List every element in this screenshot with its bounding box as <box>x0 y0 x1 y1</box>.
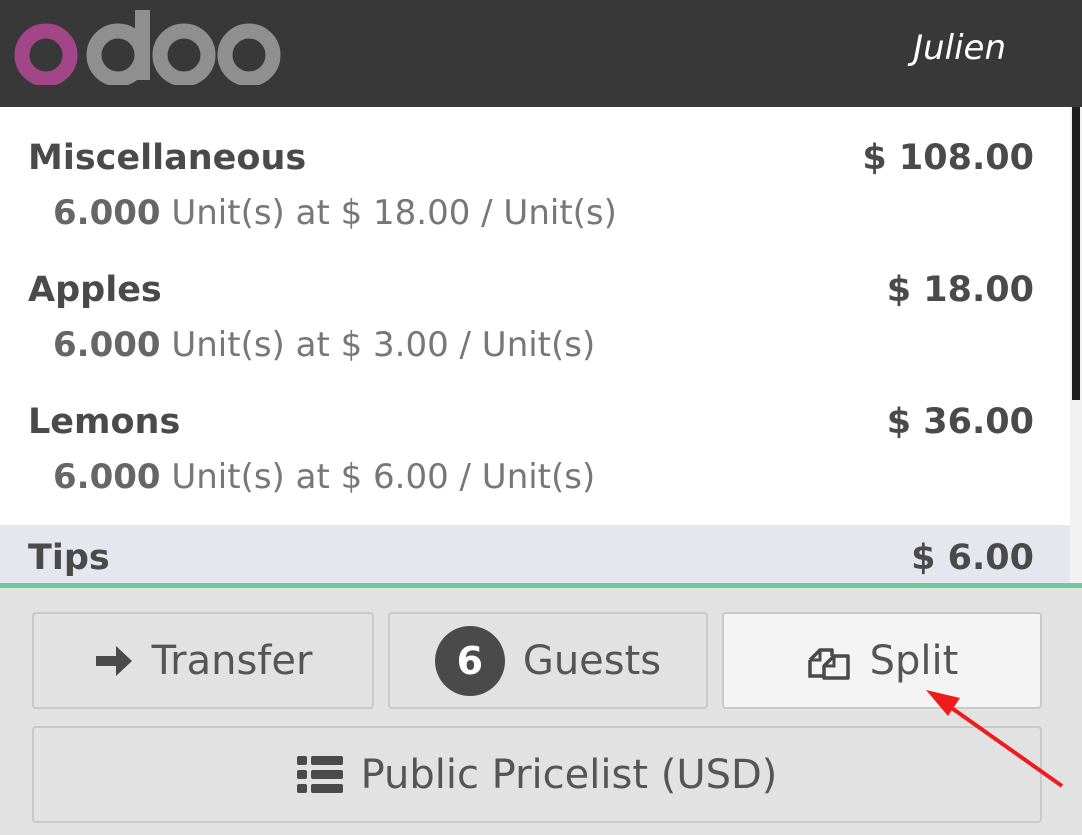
guests-label: Guests <box>522 637 662 684</box>
guests-button[interactable]: 6 Guests <box>388 612 708 709</box>
split-label: Split <box>869 637 959 684</box>
scrollbar-thumb[interactable] <box>1072 107 1080 400</box>
line-price: $ 6.00 <box>911 538 1034 578</box>
line-price: $ 18.00 <box>886 270 1034 310</box>
order-line[interactable]: Apples $ 18.00 6.000 Unit(s) at $ 3.00 /… <box>0 239 1070 371</box>
split-button[interactable]: Split <box>722 612 1042 709</box>
order-line-selected[interactable]: Tips $ 6.00 <box>0 525 1070 583</box>
order-line[interactable]: Lemons $ 36.00 6.000 Unit(s) at $ 6.00 /… <box>0 371 1070 503</box>
pricelist-button[interactable]: Public Pricelist (USD) <box>32 726 1042 823</box>
transfer-label: Transfer <box>151 637 313 684</box>
line-detail: Unit(s) at $ 3.00 / Unit(s) <box>160 325 596 365</box>
line-qty: 6.000 <box>53 457 161 497</box>
top-bar: Julien <box>0 0 1082 107</box>
order-scrollbar[interactable] <box>1070 107 1082 583</box>
order-line[interactable]: Miscellaneous $ 108.00 6.000 Unit(s) at … <box>0 107 1070 239</box>
line-price: $ 108.00 <box>862 138 1034 178</box>
line-info: 6.000 Unit(s) at $ 6.00 / Unit(s) <box>53 457 595 497</box>
product-name: Apples <box>28 270 162 310</box>
product-name: Lemons <box>28 402 181 442</box>
odoo-logo <box>14 10 281 85</box>
line-info: 6.000 Unit(s) at $ 18.00 / Unit(s) <box>53 193 617 233</box>
order-lines: Miscellaneous $ 108.00 6.000 Unit(s) at … <box>0 107 1070 583</box>
guests-count-badge: 6 <box>434 625 505 696</box>
line-price: $ 36.00 <box>886 402 1034 442</box>
line-detail: Unit(s) at $ 6.00 / Unit(s) <box>160 457 596 497</box>
line-detail: Unit(s) at $ 18.00 / Unit(s) <box>160 193 617 233</box>
line-info: 6.000 Unit(s) at $ 3.00 / Unit(s) <box>53 325 595 365</box>
line-qty: 6.000 <box>53 325 161 365</box>
copy-icon <box>807 647 850 680</box>
pricelist-label: Public Pricelist (USD) <box>360 751 778 798</box>
list-icon <box>296 755 343 793</box>
transfer-button[interactable]: Transfer <box>32 612 374 709</box>
line-qty: 6.000 <box>53 193 161 233</box>
arrow-right-icon <box>95 645 132 676</box>
order-separator <box>0 583 1082 588</box>
cashier-name[interactable]: Julien <box>913 28 1006 68</box>
product-name: Tips <box>28 538 110 578</box>
product-name: Miscellaneous <box>28 138 307 178</box>
